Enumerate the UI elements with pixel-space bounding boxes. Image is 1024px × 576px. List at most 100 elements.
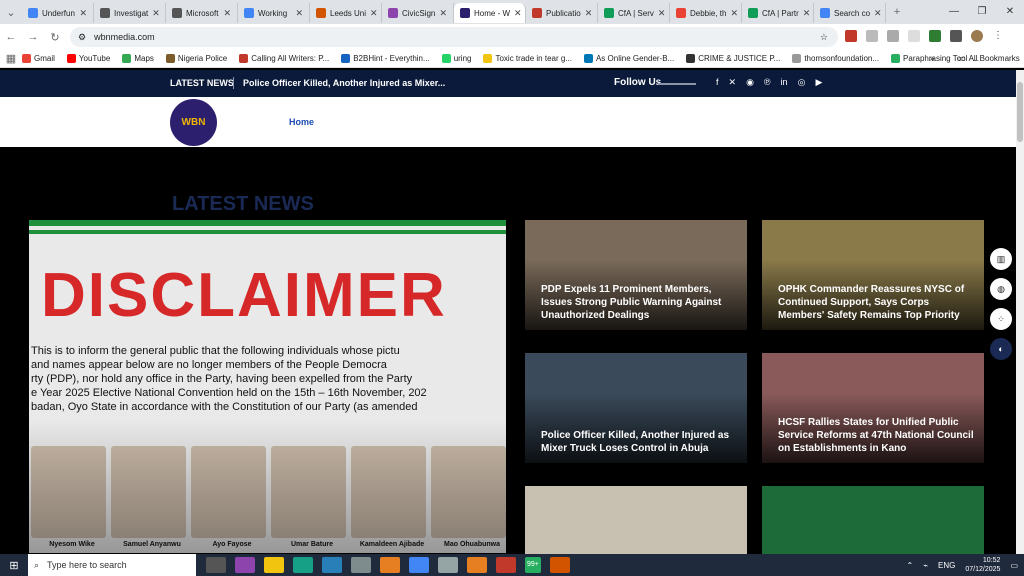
vlc-icon[interactable] [467, 557, 487, 573]
news-card-title[interactable]: OPHK Commander Reassures NYSC of Continu… [778, 283, 978, 322]
new-tab-button[interactable]: + [886, 6, 908, 18]
x-icon[interactable]: ✕ [729, 77, 737, 88]
site-logo[interactable]: WBN [170, 99, 217, 146]
close-tab-icon[interactable]: ✕ [803, 8, 811, 19]
edge-icon[interactable] [322, 557, 342, 573]
pinterest-icon[interactable]: ℗ [764, 77, 771, 88]
youtube-icon[interactable]: ▶ [815, 77, 822, 88]
close-tab-icon[interactable]: ✕ [658, 8, 666, 19]
browser-tab[interactable]: Publicatio ✕ [526, 3, 598, 23]
app-icon[interactable] [351, 557, 371, 573]
apps-grid-icon[interactable]: ▦ [0, 52, 22, 65]
nav-home-link[interactable]: Home [289, 117, 314, 127]
forward-icon[interactable]: → [22, 31, 44, 43]
all-bookmarks-button[interactable]: ▭ All Bookmarks [958, 54, 1020, 63]
news-ticker[interactable]: Police Officer Killed, Another Injured a… [243, 78, 445, 88]
news-card[interactable] [525, 486, 747, 554]
chevron-up-icon[interactable]: ⌃ [907, 561, 914, 570]
bookmark-item[interactable]: uring [441, 54, 471, 63]
news-card[interactable] [762, 486, 984, 554]
instagram-icon[interactable]: ◎ [798, 77, 806, 88]
news-card[interactable]: PDP Expels 11 Prominent Members, Issues … [525, 220, 747, 330]
browser-tab[interactable]: Investigat ✕ [94, 3, 166, 23]
browser-tab[interactable]: Debbie, th ✕ [670, 3, 742, 23]
news-card-title[interactable]: Police Officer Killed, Another Injured a… [541, 429, 741, 455]
news-card[interactable]: OPHK Commander Reassures NYSC of Continu… [762, 220, 984, 330]
bookmark-item[interactable]: B2BHint - Everythin... [341, 54, 430, 63]
notification-icon[interactable]: ▭ [1010, 561, 1018, 570]
menu-dots-icon[interactable]: ⋮ [992, 30, 1004, 42]
news-card-title[interactable]: PDP Expels 11 Prominent Members, Issues … [541, 283, 741, 322]
close-tab-icon[interactable]: ✕ [514, 8, 522, 19]
site-info-icon[interactable]: ⚙ [78, 32, 86, 43]
windows-start-icon[interactable]: ⊞ [0, 559, 28, 572]
extension-icon[interactable] [866, 30, 878, 42]
close-tab-icon[interactable]: ✕ [79, 8, 87, 19]
rss-icon[interactable]: ◉ [746, 77, 754, 88]
close-tab-icon[interactable]: ✕ [295, 8, 303, 19]
avatar[interactable] [971, 30, 983, 42]
facebook-icon[interactable]: f [716, 77, 719, 88]
bookmark-item[interactable]: Calling All Writers: P... [239, 54, 329, 63]
bookmark-item[interactable]: CRIME & JUSTICE P... [686, 54, 780, 63]
extension-icon[interactable] [908, 30, 920, 42]
back-icon[interactable]: ← [0, 31, 22, 43]
whatsapp-icon[interactable]: 99+ [525, 557, 541, 573]
browser-tab[interactable]: Microsoft ✕ [166, 3, 238, 23]
browser-tab[interactable]: CivicSign ✕ [382, 3, 454, 23]
news-card-title[interactable]: HCSF Rallies States for Unified Public S… [778, 416, 978, 455]
more-bookmarks-icon[interactable]: » [930, 54, 934, 63]
close-tab-icon[interactable]: ✕ [223, 8, 231, 19]
close-tab-icon[interactable]: ✕ [585, 8, 593, 19]
close-tab-icon[interactable]: ✕ [730, 8, 738, 19]
linkedin-icon[interactable]: in [781, 77, 788, 88]
browser-tab[interactable]: CfA | Serv ✕ [598, 3, 670, 23]
network-icon[interactable]: ⌁ [923, 561, 928, 570]
bookmark-item[interactable]: Maps [122, 54, 154, 63]
browser-tab[interactable]: CfA | Partr ✕ [742, 3, 814, 23]
scrollbar-thumb[interactable] [1017, 82, 1023, 142]
bookmark-item[interactable]: As Online Gender-B... [583, 54, 674, 63]
language-indicator[interactable]: ENG [938, 561, 955, 570]
chrome-icon[interactable] [409, 557, 429, 573]
file-explorer-icon[interactable] [264, 557, 284, 573]
tab-search-icon[interactable]: ⌄ [0, 6, 22, 19]
settings-icon[interactable] [438, 557, 458, 573]
acrobat-icon[interactable] [496, 557, 516, 573]
bookmark-item[interactable]: thomsonfoundation... [792, 54, 879, 63]
url-field[interactable]: ⚙ wbnmedia.com ☆ [70, 27, 838, 47]
bookmark-star-icon[interactable]: ☆ [820, 32, 828, 43]
extension-icon[interactable] [929, 30, 941, 42]
minimize-button[interactable]: — [940, 0, 968, 24]
browser-tab[interactable]: Search co ✕ [814, 3, 886, 23]
reload-icon[interactable]: ↻ [44, 31, 66, 44]
taskbar-search[interactable]: ⌕ Type here to search [28, 554, 196, 576]
app-icon[interactable] [549, 557, 570, 573]
browser-tab[interactable]: Working ✕ [238, 3, 310, 23]
clock[interactable]: 10:52 07/12/2025 [965, 556, 1000, 574]
firefox-icon[interactable] [380, 557, 400, 573]
browser-tab[interactable]: Home - W ✕ [454, 3, 526, 23]
browser-tab[interactable]: Underfun ✕ [22, 3, 94, 23]
bookmark-item[interactable]: YouTube [66, 54, 110, 63]
extension-icon[interactable] [845, 30, 857, 42]
copilot-icon[interactable] [235, 557, 255, 573]
puzzle-icon[interactable] [950, 30, 962, 42]
page-scrollbar[interactable] [1016, 70, 1024, 554]
audio-icon[interactable]: ◍ [990, 278, 1012, 300]
bookmark-item[interactable]: Nigeria Police [165, 54, 227, 63]
book-icon[interactable]: ▥ [990, 248, 1012, 270]
close-tab-icon[interactable]: ✕ [370, 8, 378, 19]
task-view-icon[interactable] [206, 557, 226, 573]
maximize-button[interactable]: ❐ [968, 0, 996, 24]
assistant-icon[interactable]: ◐ [990, 338, 1012, 360]
news-card[interactable]: HCSF Rallies States for Unified Public S… [762, 353, 984, 463]
close-tab-icon[interactable]: ✕ [874, 8, 882, 19]
close-tab-icon[interactable]: ✕ [439, 8, 447, 19]
news-card[interactable]: Police Officer Killed, Another Injured a… [525, 353, 747, 463]
extension-icon[interactable] [887, 30, 899, 42]
browser-tab[interactable]: Leeds Uni ✕ [310, 3, 382, 23]
app-icon[interactable] [293, 557, 313, 573]
hero-article[interactable]: DISCLAIMER This is to inform the general… [29, 220, 506, 553]
bookmark-item[interactable]: Toxic trade in tear g... [483, 54, 572, 63]
